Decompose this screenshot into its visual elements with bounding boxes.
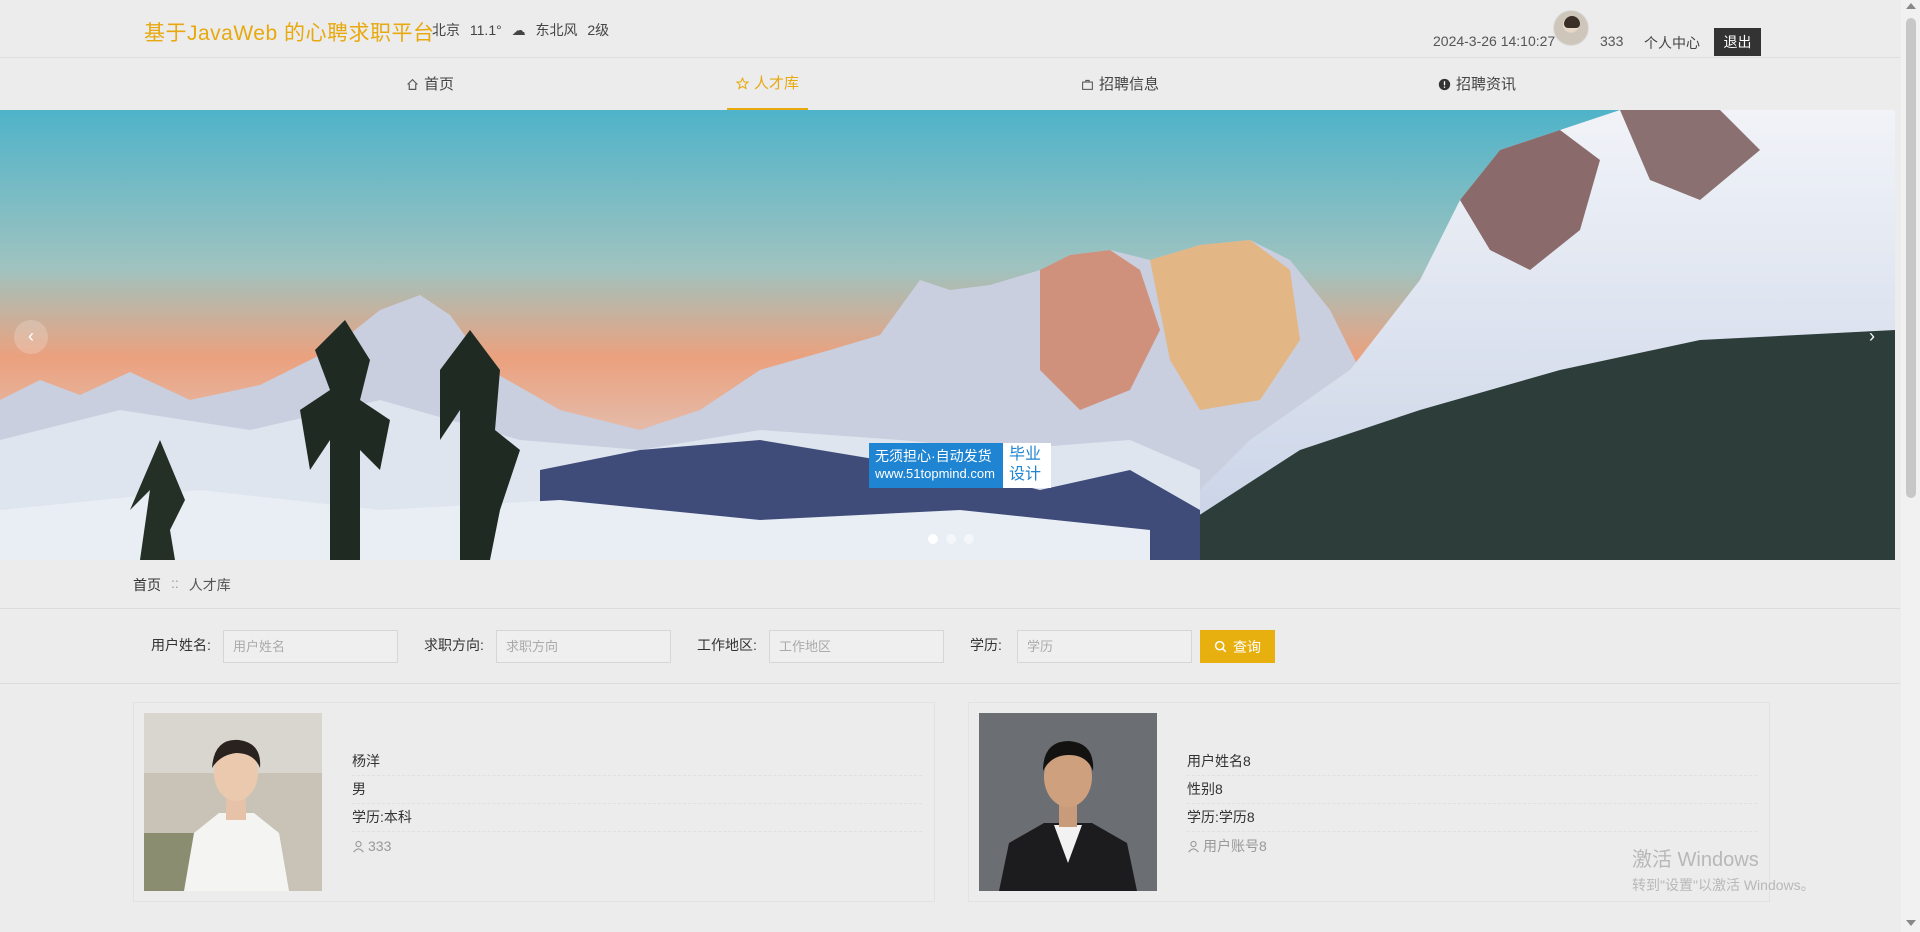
talent-name: 杨洋 [352,748,922,776]
nav-label: 招聘信息 [1099,75,1160,93]
search-label-direction: 求职方向: [424,637,484,653]
top-header: 基于JavaWeb 的心聘求职平台 北京 11.1° ☁ 东北风 2级 2024… [0,0,1900,58]
promo-badge-line1: 无须担心·自动发货 [875,448,992,464]
promo-badge-url: www.51topmind.com [875,466,995,481]
weather-temp: 11.1° [469,22,502,38]
banner-image [0,110,1895,560]
search-input-direction[interactable] [496,630,671,663]
scroll-down-arrow-icon[interactable] [1906,920,1916,926]
talent-info: 杨洋 男 学历:本科 333 [352,748,922,860]
weather-widget: 北京 11.1° ☁ 东北风 2级 [432,20,615,40]
search-label-region: 工作地区: [697,637,757,653]
carousel-dot[interactable] [928,534,938,544]
windows-activation-watermark: 激活 Windows 转到"设置"以激活 Windows。 [1632,843,1815,895]
home-icon [407,78,418,90]
nav-label: 人才库 [754,74,800,92]
talent-name: 用户姓名8 [1187,748,1757,776]
search-button-label: 查询 [1233,638,1261,655]
watermark-line1: 激活 Windows [1632,849,1759,871]
nav-item-news[interactable]: 招聘资讯 [1438,59,1516,110]
nav-item-talent[interactable]: 人才库 [727,59,809,110]
talent-account: 333 [352,832,922,860]
weather-wind: 东北风 [535,22,578,38]
current-datetime: 2024-3-26 14:10:27 [1433,33,1556,49]
talent-gender: 男 [352,776,922,804]
main-nav: 首页 人才库 招聘信息 招聘资讯 [0,59,1900,110]
talent-account-value: 333 [368,838,392,854]
talent-card[interactable]: 杨洋 男 学历:本科 333 [133,702,935,902]
weather-wind-level: 2级 [587,22,610,38]
star-icon [736,77,749,90]
carousel-dot[interactable] [964,534,974,544]
page-scrollbar[interactable] [1901,0,1920,932]
search-input-education[interactable] [1017,630,1192,663]
talent-photo[interactable] [144,713,322,891]
scrollbar-thumb[interactable] [1906,18,1916,498]
breadcrumb-home[interactable]: 首页 [133,575,161,595]
logout-button[interactable]: 退出 [1714,28,1761,56]
banner-carousel[interactable]: ‹ › 无须担心·自动发货 www.51topmind.com 毕业设计 [0,110,1895,560]
nav-label: 招聘资讯 [1456,75,1517,93]
weather-city: 北京 [432,22,460,38]
talent-gender: 性别8 [1187,776,1757,804]
nav-label: 首页 [424,75,455,93]
nav-item-home[interactable]: 首页 [406,59,454,110]
briefcase-icon [1082,79,1093,90]
search-form: 用户姓名: 求职方向: 工作地区: 学历: 查询 [0,609,1900,684]
cloud-icon: ☁ [511,22,526,38]
breadcrumb: 首页 :: 人才库 [133,575,231,595]
watermark-line2: 转到"设置"以激活 Windows。 [1632,877,1815,893]
carousel-prev-button[interactable]: ‹ [14,320,48,354]
breadcrumb-separator: :: [171,575,179,591]
user-center-link[interactable]: 个人中心 [1644,33,1700,53]
search-label-education: 学历: [970,637,1002,653]
talent-photo[interactable] [979,713,1157,891]
site-title[interactable]: 基于JavaWeb 的心聘求职平台 [144,17,435,47]
scroll-up-arrow-icon[interactable] [1906,3,1916,9]
search-label-name: 用户姓名: [151,637,211,653]
search-button[interactable]: 查询 [1200,630,1275,663]
nav-item-jobs[interactable]: 招聘信息 [1081,59,1159,110]
promo-badge-text: 无须担心·自动发货 www.51topmind.com [869,443,1003,488]
carousel-dot[interactable] [946,534,956,544]
search-input-region[interactable] [769,630,944,663]
promo-badge: 无须担心·自动发货 www.51topmind.com 毕业设计 [869,443,1051,488]
user-icon [1188,840,1199,853]
info-icon [1438,78,1451,91]
carousel-next-button[interactable]: › [1862,320,1882,354]
talent-account-value: 用户账号8 [1203,838,1267,854]
username: 333 [1600,33,1624,49]
breadcrumb-current: 人才库 [188,577,231,593]
promo-badge-label: 毕业设计 [1003,443,1051,488]
talent-education: 学历:学历8 [1187,804,1757,832]
talent-education: 学历:本科 [352,804,922,832]
user-icon [353,840,364,853]
search-icon [1214,640,1227,653]
carousel-dots [928,534,974,544]
avatar[interactable] [1553,10,1589,46]
search-input-name[interactable] [223,630,398,663]
